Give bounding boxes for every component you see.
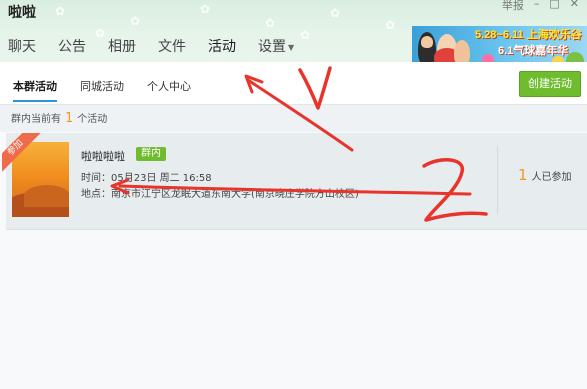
joined-ribbon: 参加 (2, 133, 44, 175)
tab-label: 文件 (158, 39, 186, 55)
tab-activity[interactable]: 活动 (208, 36, 236, 62)
balloon-icon (482, 54, 494, 62)
tab-announcement[interactable]: 公告 (58, 36, 86, 62)
window-title: 啦啦 (8, 5, 36, 21)
count-prefix: 群内当前有 (11, 114, 61, 125)
ad-banner[interactable]: 5.28~6.11 上海欢乐谷 6.1气球嘉年华 (412, 26, 587, 62)
tab-chat[interactable]: 聊天 (8, 36, 36, 62)
activity-time: 时间：05月23日 周二 16:58 (81, 173, 212, 184)
thumb-hill-shape (24, 185, 69, 207)
report-button[interactable]: 举报 (502, 0, 524, 13)
activity-location: 地点：南京市江宁区龙眠大道东南大学(南京晓庄学院方山校区) (81, 189, 359, 200)
window-controls: 举报 – □ ✕ (502, 0, 579, 13)
window-header: ✿ ✿ ✿ ✿ ✿ ✿ ✿ ✿ 啦啦 举报 – □ ✕ 聊天 公告 相册 文件 … (0, 0, 587, 62)
ad-face-image (421, 36, 433, 48)
tab-label: 相册 (108, 39, 136, 55)
close-button[interactable]: ✕ (570, 0, 579, 13)
decor-flower-icon: ✿ (265, 16, 276, 30)
subtab-group-activities[interactable]: 本群活动 (13, 78, 57, 102)
activity-count-bar: 群内当前有 1 个活动 (0, 105, 587, 132)
main-tabs: 聊天 公告 相册 文件 活动 设置 ▼ (8, 36, 316, 62)
tab-label: 聊天 (8, 39, 36, 55)
tab-album[interactable]: 相册 (108, 36, 136, 62)
decor-flower-icon: ✿ (200, 2, 211, 16)
tab-label: 活动 (208, 39, 236, 55)
maximize-button[interactable]: □ (549, 0, 559, 13)
subtab-local-activities[interactable]: 同城活动 (80, 78, 124, 94)
tab-label: 设置 (258, 39, 286, 55)
count-suffix: 个活动 (77, 114, 108, 125)
joined-number: 1 (518, 166, 528, 184)
activity-card[interactable]: 参加 啦啦啦啦 群内 时间：05月23日 周二 16:58 地点：南京市江宁区龙… (2, 133, 587, 230)
ad-child-image (454, 40, 470, 62)
joined-count: 1 人已参加 (518, 166, 572, 184)
joined-label: 人已参加 (531, 172, 572, 183)
decor-flower-icon: ✿ (385, 18, 396, 32)
create-activity-button[interactable]: 创建活动 (519, 71, 581, 97)
group-badge: 群内 (136, 147, 166, 161)
tab-settings[interactable]: 设置 ▼ (258, 36, 294, 62)
decor-flower-icon: ✿ (130, 14, 141, 28)
minimize-button[interactable]: – (534, 0, 540, 13)
balloon-icon (566, 52, 584, 62)
activity-title[interactable]: 啦啦啦啦 (81, 148, 125, 164)
decor-flower-icon: ✿ (55, 4, 66, 18)
joined-ribbon-label: 参加 (2, 133, 44, 175)
decor-flower-icon: ✿ (330, 6, 341, 20)
activity-subnav: 本群活动 同城活动 个人中心 创建活动 (0, 62, 587, 105)
tab-files[interactable]: 文件 (158, 36, 186, 62)
card-divider (497, 145, 498, 215)
ad-headline: 5.28~6.11 上海欢乐谷 (475, 29, 582, 41)
tab-label: 公告 (58, 39, 86, 55)
subtab-personal-center[interactable]: 个人中心 (147, 78, 191, 94)
activity-count: 1 (65, 111, 74, 126)
chevron-down-icon: ▼ (288, 42, 295, 52)
